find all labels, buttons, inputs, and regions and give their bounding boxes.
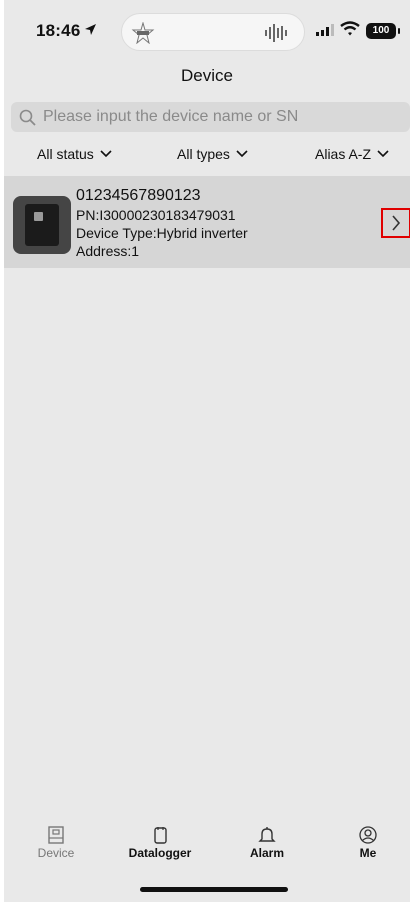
sort-filter[interactable]: Alias A-Z <box>315 146 389 162</box>
status-time: 18:46 <box>36 21 81 40</box>
search-input[interactable] <box>43 102 403 132</box>
status-filter[interactable]: All status <box>37 146 112 162</box>
device-list-item[interactable]: 01234567890123 PN:I30000230183479031 Dev… <box>4 176 410 268</box>
wifi-icon <box>340 21 360 36</box>
home-indicator[interactable] <box>140 887 288 892</box>
chevron-down-icon <box>236 150 248 158</box>
tab-datalogger-label: Datalogger <box>128 846 192 860</box>
chevron-down-icon <box>377 150 389 158</box>
device-detail-button[interactable] <box>381 208 410 238</box>
datalogger-icon <box>154 827 167 844</box>
type-filter[interactable]: All types <box>177 146 248 162</box>
chevron-down-icon <box>100 150 112 158</box>
dynamic-island <box>121 13 305 51</box>
device-pn: PN:I30000230183479031 <box>76 207 236 223</box>
page-title: Device <box>181 66 233 85</box>
tab-device-label: Device <box>37 846 75 860</box>
person-icon <box>359 826 377 844</box>
device-address: Address:1 <box>76 243 140 259</box>
phone-screen: 18:46 100 Device Please input the device… <box>4 0 410 902</box>
tab-me[interactable]: Me <box>328 826 408 860</box>
device-info: 01234567890123 PN:I30000230183479031 Dev… <box>76 186 248 260</box>
tab-datalogger[interactable]: Datalogger <box>120 826 200 860</box>
device-icon <box>48 826 64 844</box>
type-filter-label: All types <box>177 146 230 162</box>
search-bar[interactable] <box>11 102 410 132</box>
location-arrow-icon <box>85 24 96 35</box>
tab-me-label: Me <box>359 846 377 860</box>
bell-icon <box>258 827 276 842</box>
battery-icon: 100 <box>366 23 400 39</box>
cellular-signal-icon <box>316 24 334 36</box>
app-logo-icon <box>131 22 155 44</box>
tab-device[interactable]: Device <box>16 826 96 860</box>
device-serial: 01234567890123 <box>76 187 201 204</box>
search-icon <box>19 109 36 126</box>
filter-bar: All status All types Alias A-Z <box>4 146 410 168</box>
device-type: Device Type:Hybrid inverter <box>76 225 248 241</box>
tab-alarm-label: Alarm <box>249 846 284 860</box>
sort-filter-label: Alias A-Z <box>315 146 372 162</box>
status-bar: 18:46 100 <box>4 0 410 64</box>
audio-wave-icon <box>265 24 287 42</box>
tab-alarm[interactable]: Alarm <box>227 826 307 860</box>
chevron-right-icon <box>392 215 401 231</box>
inverter-image <box>13 196 71 254</box>
tab-bar: Device Datalogger Alarm Me <box>4 826 410 866</box>
status-filter-label: All status <box>37 146 94 162</box>
